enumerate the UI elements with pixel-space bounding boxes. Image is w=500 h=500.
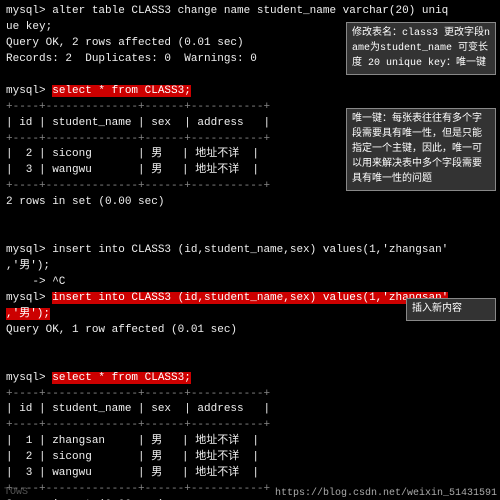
comment-insert: 插入新内容 bbox=[406, 298, 496, 321]
line-select-2: mysql> select * from CLASS3; bbox=[6, 371, 494, 387]
sep-5: +----+--------------+------+-----------+ bbox=[6, 418, 494, 434]
row-5: | 3 | wangwu | 男 | 地址不详 | bbox=[6, 466, 494, 482]
line-1: mysql> alter table CLASS3 change name st… bbox=[6, 4, 494, 20]
prompt-insert-3: mysql> bbox=[6, 292, 52, 304]
line-insert-2: ,'男'); bbox=[6, 259, 494, 275]
col-header-2: | id | student_name | sex | address | bbox=[6, 402, 494, 418]
cmd-1: alter table CLASS3 change name student_n… bbox=[52, 5, 448, 17]
watermark: TOwS bbox=[4, 487, 28, 498]
text-2: ue key; bbox=[6, 21, 52, 33]
prompt-select-2: mysql> bbox=[6, 372, 52, 384]
rows-count-1: 2 rows in set (0.00 sec) bbox=[6, 195, 494, 211]
comment-alter-table: 修改表名：class3 更改字段name为student_name 可变长度 2… bbox=[346, 22, 496, 75]
line-ctrlc: -> ^C bbox=[6, 275, 494, 291]
prompt-insert-1: mysql> bbox=[6, 244, 52, 256]
url-bar: https://blog.csdn.net/weixin_51431591 bbox=[272, 487, 500, 500]
watermark-text: TOwS bbox=[4, 487, 28, 498]
url-text: https://blog.csdn.net/weixin_51431591 bbox=[275, 488, 497, 499]
ok-insert: Query OK, 1 row affected (0.01 sec) bbox=[6, 323, 494, 339]
text-ctrlc: -> ^C bbox=[6, 276, 65, 288]
row-3: | 1 | zhangsan | 男 | 地址不详 | bbox=[6, 434, 494, 450]
blank-4 bbox=[6, 339, 494, 355]
cmd-insert-4: ,'男'); bbox=[6, 308, 50, 320]
text-4: Records: 2 Duplicates: 0 Warnings: 0 bbox=[6, 53, 257, 65]
cmd-select-2: select * from CLASS3; bbox=[52, 372, 191, 384]
blank-2 bbox=[6, 211, 494, 227]
ok-3: Query OK, 2 rows affected (0.01 sec) bbox=[6, 37, 244, 49]
line-select-1: mysql> select * from CLASS3; bbox=[6, 84, 494, 100]
comment-alter-text: 修改表名：class3 更改字段name为student_name 可变长度 2… bbox=[352, 28, 490, 69]
comment-insert-text: 插入新内容 bbox=[412, 304, 462, 315]
cmd-select-1: select * from CLASS3; bbox=[52, 85, 191, 97]
cmd-insert-2: ,'男'); bbox=[6, 260, 50, 272]
cmd-insert-1: insert into CLASS3 (id,student_name,sex)… bbox=[52, 244, 448, 256]
blank-3 bbox=[6, 227, 494, 243]
line-insert-1: mysql> insert into CLASS3 (id,student_na… bbox=[6, 243, 494, 259]
sep-4: +----+--------------+------+-----------+ bbox=[6, 387, 494, 403]
comment-unique-text: 唯一键：每张表往往有多个字段需要具有唯一性，但是只能指定一个主键，因此，唯一可以… bbox=[352, 114, 482, 185]
terminal: mysql> alter table CLASS3 change name st… bbox=[0, 0, 500, 500]
prompt-1: mysql> bbox=[6, 5, 52, 17]
comment-unique-key: 唯一键：每张表往往有多个字段需要具有唯一性，但是只能指定一个主键，因此，唯一可以… bbox=[346, 108, 496, 191]
prompt-select-1: mysql> bbox=[6, 85, 52, 97]
row-4: | 2 | sicong | 男 | 地址不详 | bbox=[6, 450, 494, 466]
blank-5 bbox=[6, 355, 494, 371]
cmd-insert-3: insert into CLASS3 (id,student_name,sex)… bbox=[52, 292, 448, 304]
